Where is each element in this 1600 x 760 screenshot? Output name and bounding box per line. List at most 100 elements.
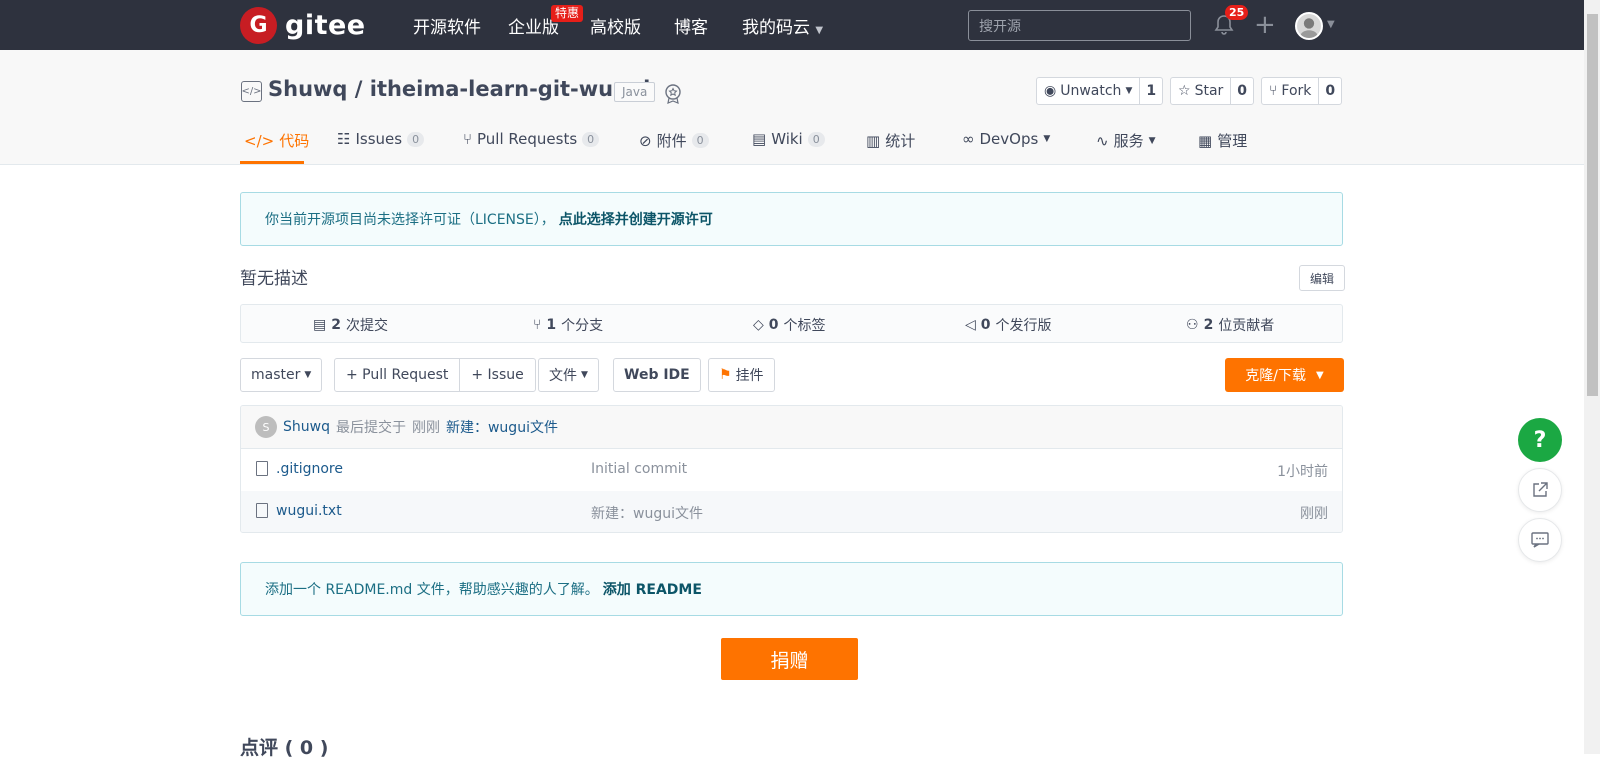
avatar[interactable] — [1295, 12, 1323, 40]
stat-num: 0 — [980, 317, 991, 333]
readme-notice-text: 添加一个 README.md 文件，帮助感兴趣的人了解。 — [265, 582, 599, 598]
star-label: Star — [1194, 83, 1224, 99]
stat-num: 1 — [546, 317, 557, 333]
stat-label: 位贡献者 — [1218, 318, 1275, 334]
tab-stats[interactable]: ▥ 统计 — [866, 130, 915, 151]
repo-stats-bar: ▤ 2 次提交 ⑂ 1 个分支 ◇ 0 个标签 ◁ 0 个发行版 ⚇ 2 位贡献者 — [240, 304, 1343, 343]
file-name[interactable]: wugui.txt — [276, 503, 342, 519]
repo-header: </> Shuwq / itheima-learn-git-wugui Java… — [0, 50, 1584, 165]
nav-blog[interactable]: 博客 — [674, 13, 708, 38]
share-button[interactable] — [1518, 468, 1562, 512]
repo-title[interactable]: Shuwq / itheima-learn-git-wugui — [268, 77, 650, 101]
tab-code[interactable]: </> 代码 — [244, 130, 309, 151]
chevron-down-icon: ▼ — [1125, 86, 1133, 96]
stat-label: 个分支 — [561, 318, 604, 334]
branch-name: master — [251, 367, 301, 383]
chevron-down-icon[interactable]: ▼ — [1327, 19, 1335, 30]
tab-devops[interactable]: ∞ DevOps ▼ — [962, 130, 1050, 148]
language-tag[interactable]: Java — [614, 82, 656, 102]
watch-button[interactable]: ◉ Unwatch ▼ 1 — [1036, 77, 1164, 105]
logo-mark: G — [240, 7, 277, 44]
repo-description: 暂无描述 — [240, 269, 308, 289]
search-input[interactable] — [968, 10, 1191, 41]
send-icon: ◁ — [965, 317, 976, 333]
web-ide-button[interactable]: Web IDE — [613, 358, 701, 392]
table-row[interactable]: .gitignore Initial commit 1小时前 — [241, 449, 1342, 491]
donate-button[interactable]: 捐赠 — [721, 638, 858, 680]
tab-count: 0 — [582, 131, 600, 147]
top-navbar: G gitee 开源软件 企业版 特惠 高校版 博客 我的码云 ▼ 25 + ▼ — [0, 0, 1584, 50]
tab-count: 0 — [691, 133, 709, 148]
stat-contributors[interactable]: ⚇ 2 位贡献者 — [1186, 315, 1274, 335]
watch-label: Unwatch — [1060, 83, 1122, 99]
commit-message[interactable]: 新建：wugui文件 — [446, 417, 558, 437]
stat-releases[interactable]: ◁ 0 个发行版 — [965, 315, 1052, 335]
tab-label: Wiki — [771, 130, 803, 148]
tab-issues[interactable]: ☷ Issues 0 — [337, 130, 425, 148]
file-name[interactable]: .gitignore — [276, 461, 343, 477]
tab-attachments[interactable]: ⊘ 附件 0 — [639, 130, 709, 151]
fork-count[interactable]: 0 — [1318, 78, 1341, 104]
clone-download-button[interactable]: 克隆/下载 ▼ — [1225, 358, 1344, 392]
pulse-icon: ∿ — [1096, 131, 1109, 150]
share-icon — [1533, 482, 1548, 497]
logo-text: gitee — [285, 10, 366, 41]
branch-select[interactable]: master ▼ — [240, 358, 323, 392]
review-heading: 点评 ( 0 ) — [240, 737, 329, 759]
tab-label: 附件 — [656, 132, 687, 150]
stat-commits[interactable]: ▤ 2 次提交 — [313, 315, 388, 335]
scrollbar-thumb[interactable] — [1587, 14, 1598, 396]
gitee-logo[interactable]: G gitee — [240, 7, 366, 44]
commit-doc-icon: ▤ — [313, 317, 327, 333]
nav-education[interactable]: 高校版 — [590, 13, 641, 38]
enterprise-promo-badge: 特惠 — [551, 5, 584, 22]
file-icon — [256, 503, 268, 518]
plus-icon[interactable]: + — [1254, 12, 1276, 38]
tab-manage[interactable]: ▦ 管理 — [1198, 130, 1247, 151]
file-time: 刚刚 — [1300, 506, 1328, 522]
star-count[interactable]: 0 — [1230, 78, 1253, 104]
feedback-button[interactable] — [1518, 518, 1562, 562]
tab-wiki[interactable]: ▤ Wiki 0 — [752, 130, 825, 148]
stat-tags[interactable]: ◇ 0 个标签 — [753, 315, 826, 335]
edit-description-button[interactable]: 编辑 — [1299, 265, 1345, 291]
settings-doc-icon: ▦ — [1198, 131, 1213, 150]
new-issue-button[interactable]: + Issue — [459, 359, 534, 391]
stat-num: 0 — [768, 317, 779, 333]
pr-issue-group: + Pull Request + Issue — [334, 358, 536, 392]
watch-count[interactable]: 1 — [1139, 78, 1162, 104]
tab-services[interactable]: ∿ 服务 ▼ — [1096, 130, 1156, 151]
tab-pull-requests[interactable]: ⑂ Pull Requests 0 — [463, 130, 600, 148]
award-icon[interactable] — [662, 82, 684, 104]
file-commit-message[interactable]: Initial commit — [591, 461, 687, 477]
fork-button[interactable]: ⑂ Fork 0 — [1261, 77, 1343, 105]
bookmark-icon: ⚑ — [719, 367, 732, 383]
tab-label: 管理 — [1217, 132, 1248, 150]
license-notice: 你当前开源项目尚未选择许可证（LICENSE）， 点此选择并创建开源许可 — [240, 192, 1343, 246]
chevron-down-icon: ▼ — [1043, 134, 1051, 144]
file-list: S Shuwq 最后提交于 刚刚 新建：wugui文件 .gitignore I… — [240, 405, 1343, 533]
code-repo-icon: </> — [241, 81, 262, 102]
file-menu-button[interactable]: 文件 ▼ — [538, 358, 599, 392]
caret-down-icon: ▼ — [1316, 369, 1324, 381]
stat-num: 2 — [1203, 317, 1214, 333]
new-pull-request-button[interactable]: + Pull Request — [335, 359, 459, 391]
eye-icon: ◉ — [1044, 83, 1057, 99]
add-readme-link[interactable]: 添加 README — [603, 579, 702, 599]
readme-notice: 添加一个 README.md 文件，帮助感兴趣的人了解。 添加 README — [240, 562, 1343, 616]
avatar[interactable]: S — [255, 416, 277, 438]
file-commit-message[interactable]: 新建：wugui文件 — [591, 503, 703, 523]
stat-branches[interactable]: ⑂ 1 个分支 — [533, 315, 603, 335]
paperclip-icon: ⊘ — [639, 131, 652, 150]
fork-label: Fork — [1281, 83, 1312, 99]
license-create-link[interactable]: 点此选择并创建开源许可 — [559, 209, 713, 229]
widget-button[interactable]: ⚑ 挂件 — [708, 358, 775, 392]
commit-author[interactable]: Shuwq — [283, 419, 330, 435]
tab-label: 代码 — [279, 132, 310, 150]
nav-my-gitee[interactable]: 我的码云 ▼ — [742, 13, 823, 38]
star-button[interactable]: ☆ Star 0 — [1170, 77, 1255, 105]
help-button[interactable]: ? — [1518, 418, 1562, 462]
tab-count: 0 — [407, 131, 425, 147]
nav-open-source[interactable]: 开源软件 — [413, 13, 481, 38]
table-row[interactable]: wugui.txt 新建：wugui文件 刚刚 — [241, 491, 1342, 532]
